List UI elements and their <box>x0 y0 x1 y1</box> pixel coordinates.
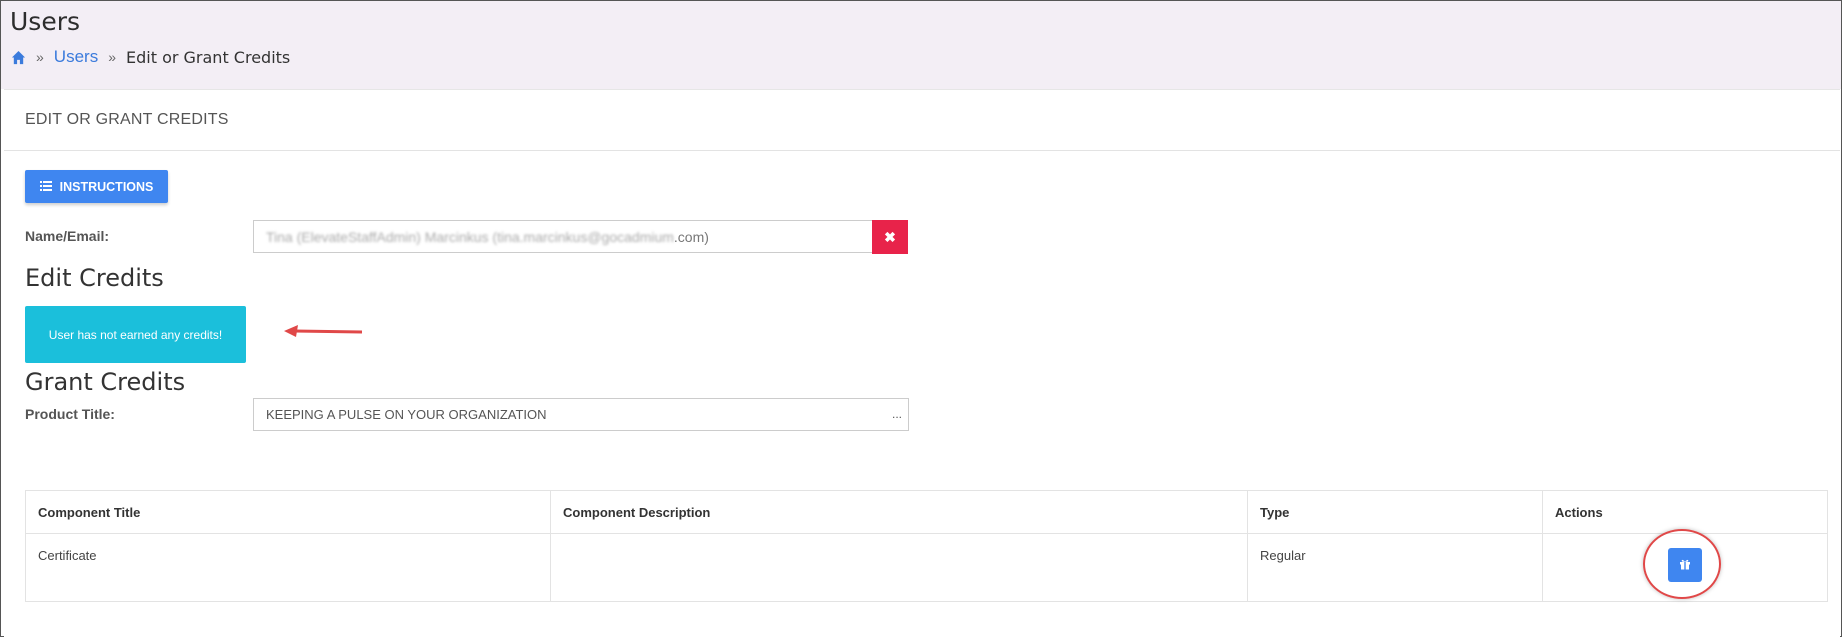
column-type: Type <box>1247 490 1543 534</box>
cell-component-title: Certificate <box>25 533 551 602</box>
grant-credits-heading: Grant Credits <box>25 368 186 396</box>
cell-type: Regular <box>1247 533 1543 602</box>
instructions-button-label: INSTRUCTIONS <box>59 179 154 194</box>
column-component-title: Component Title <box>25 490 551 534</box>
close-icon: ✖ <box>884 228 896 245</box>
annotation-arrow <box>284 325 363 337</box>
product-title-label: Product Title: <box>25 406 115 422</box>
name-email-value-suffix: .com) <box>673 228 709 245</box>
product-title-field[interactable]: KEEPING A PULSE ON YOUR ORGANIZATION ... <box>253 398 909 431</box>
breadcrumb-users-link[interactable]: Users <box>54 47 98 67</box>
table-row: Certificate Regular <box>25 533 1828 602</box>
page-title: Users <box>10 7 81 36</box>
breadcrumb-separator: » <box>36 49 44 65</box>
name-email-value-blurred: Tina (ElevateStaffAdmin) Marcinkus (tina… <box>266 228 674 245</box>
edit-credits-heading: Edit Credits <box>25 264 164 292</box>
table-header-row: Component Title Component Description Ty… <box>25 490 1828 534</box>
card-title: EDIT OR GRANT CREDITS <box>4 90 1840 151</box>
name-email-label: Name/Email: <box>25 228 110 244</box>
column-actions: Actions <box>1542 490 1828 534</box>
name-email-field[interactable]: Tina (ElevateStaffAdmin) Marcinkus (tina… <box>253 220 873 253</box>
list-icon <box>39 180 52 194</box>
components-table: Component Title Component Description Ty… <box>25 490 1828 602</box>
no-credits-alert: User has not earned any credits! <box>25 306 246 363</box>
edit-grant-credits-card: EDIT OR GRANT CREDITS INSTRUCTIONS Name/… <box>4 89 1840 638</box>
annotation-highlight-circle <box>1643 529 1721 599</box>
page-header: Users » Users » Edit or Grant Credits <box>1 1 1841 89</box>
instructions-button[interactable]: INSTRUCTIONS <box>25 170 168 203</box>
breadcrumb: » Users » Edit or Grant Credits <box>11 47 290 67</box>
breadcrumb-separator: » <box>108 49 116 65</box>
column-component-description: Component Description <box>550 490 1248 534</box>
clear-user-button[interactable]: ✖ <box>872 220 908 254</box>
breadcrumb-current: Edit or Grant Credits <box>126 47 291 67</box>
cell-component-description <box>550 533 1248 602</box>
product-more-button[interactable]: ... <box>892 407 902 421</box>
product-title-value: KEEPING A PULSE ON YOUR ORGANIZATION <box>266 407 547 422</box>
home-icon[interactable] <box>11 50 26 65</box>
